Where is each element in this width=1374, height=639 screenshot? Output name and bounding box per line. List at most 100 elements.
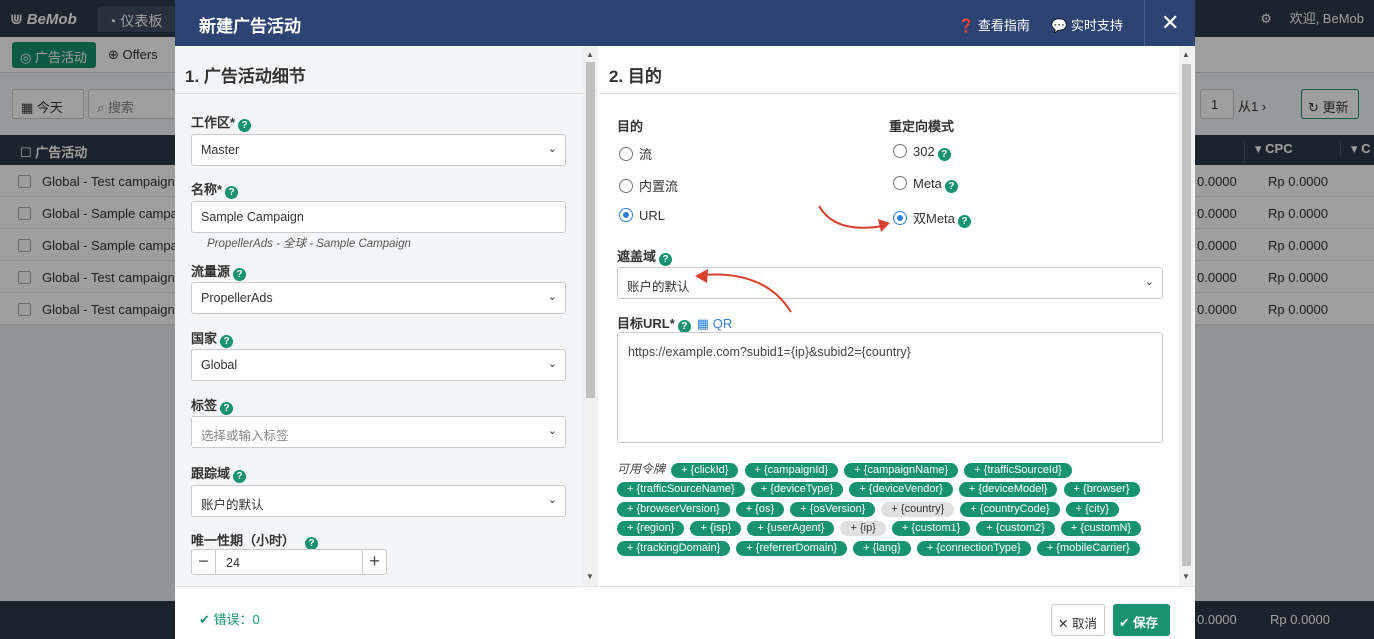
token-chip[interactable]: + {country} <box>881 501 955 517</box>
cover-domain-value: 账户的默认 <box>627 280 690 294</box>
help-icon[interactable]: ? <box>233 268 247 281</box>
guide-link[interactable]: ❓ 查看指南 <box>958 15 1030 34</box>
scroll-down-icon[interactable]: ▼ <box>586 572 594 581</box>
token-chip[interactable]: + {deviceVendor} <box>849 482 953 498</box>
radio-circle[interactable] <box>619 179 633 193</box>
workspace-value: Master <box>201 143 240 157</box>
token-chip[interactable]: + {clickId} <box>671 463 739 478</box>
token-chip[interactable]: + {countryCode} <box>960 501 1060 517</box>
scroll-up-icon[interactable]: ▲ <box>586 50 594 59</box>
country-value: Global <box>201 358 238 372</box>
destination-panel: 2. 目的 目的 流 内置流 URL 重定向模式 302? Meta? 双Met… <box>599 46 1179 586</box>
uniqueness-value[interactable]: 24 <box>226 556 240 570</box>
help-icon[interactable]: ? <box>957 215 971 228</box>
radio-meta[interactable]: Meta? <box>893 176 958 193</box>
radio-builtin-flow-label: 内置流 <box>639 179 679 194</box>
help-icon[interactable]: ? <box>937 148 951 161</box>
save-label: 保存 <box>1132 616 1158 630</box>
help-icon[interactable]: ? <box>659 253 673 266</box>
help-icon[interactable]: ? <box>220 335 234 348</box>
cover-domain-select[interactable]: 账户的默认 ⌄ <box>617 267 1163 299</box>
radio-builtin-flow[interactable]: 内置流 <box>619 176 678 195</box>
right-scrollbar[interactable]: ▲ ▼ <box>1179 46 1194 586</box>
target-url-label: 目标URL*? ▦ QR <box>617 313 732 333</box>
token-chip[interactable]: + {lang} <box>853 540 911 556</box>
increment-button[interactable]: + <box>362 550 386 574</box>
token-chip[interactable]: + {customN} <box>1060 521 1142 537</box>
save-button[interactable]: ✔ 保存 <box>1113 604 1170 636</box>
tracking-domain-select[interactable]: 账户的默认 ⌄ <box>191 485 566 517</box>
token-chip[interactable]: + {connectionType} <box>916 540 1031 556</box>
country-select[interactable]: Global ⌄ <box>191 349 566 381</box>
traffic-source-select[interactable]: PropellerAds ⌄ <box>191 282 566 314</box>
chevron-down-icon: ⌄ <box>547 291 557 303</box>
token-chip[interactable]: + {os} <box>735 501 785 517</box>
uniqueness-stepper[interactable]: − 24 + <box>191 549 387 575</box>
qr-label: QR <box>712 316 733 331</box>
left-scroll-thumb[interactable] <box>586 62 595 398</box>
radio-circle[interactable] <box>619 208 633 222</box>
tags-select[interactable]: 选择或输入标签 ⌄ <box>191 416 566 448</box>
qr-link[interactable]: ▦ QR <box>697 316 732 331</box>
radio-circle[interactable] <box>893 176 907 190</box>
name-input[interactable]: Sample Campaign <box>191 201 566 233</box>
token-chip[interactable]: + {referrerDomain} <box>736 540 848 556</box>
token-chip[interactable]: + {region} <box>617 521 685 537</box>
help-icon[interactable]: ? <box>238 119 252 132</box>
radio-302-label: 302 <box>913 144 935 159</box>
scroll-down-icon[interactable]: ▼ <box>1182 572 1190 581</box>
radio-circle[interactable] <box>619 147 633 161</box>
right-scroll-thumb[interactable] <box>1182 64 1191 566</box>
radio-flow-label: 流 <box>639 147 653 162</box>
token-chip[interactable]: + {custom1} <box>891 521 971 537</box>
radio-circle[interactable] <box>893 211 907 225</box>
radio-circle[interactable] <box>893 144 907 158</box>
token-chip[interactable]: + {browserVersion} <box>617 501 730 517</box>
target-url-textarea[interactable]: https://example.com?subid1={ip}&subid2={… <box>617 332 1163 443</box>
support-link[interactable]: 💬 实时支持 <box>1051 15 1123 34</box>
token-chip[interactable]: + {deviceType} <box>750 482 844 498</box>
token-chip[interactable]: + {trackingDomain} <box>617 540 731 556</box>
close-icon[interactable]: ✕ <box>1161 10 1179 36</box>
tags-label-text: 标签 <box>191 398 218 413</box>
token-chip[interactable]: + {trafficSourceName} <box>617 482 745 498</box>
help-icon: ❓ <box>958 18 975 33</box>
cancel-button[interactable]: ✕ 取消 <box>1051 604 1105 636</box>
help-icon[interactable]: ? <box>944 180 958 193</box>
check-icon: ✔ <box>1119 616 1130 630</box>
radio-302[interactable]: 302? <box>893 144 951 161</box>
token-chip[interactable]: + {ip} <box>840 521 886 537</box>
token-chip[interactable]: + {campaignId} <box>744 463 839 478</box>
token-chip[interactable]: + {deviceModel} <box>958 482 1058 498</box>
radio-flow[interactable]: 流 <box>619 144 652 163</box>
token-chip[interactable]: + {campaignName} <box>844 463 959 478</box>
token-chip[interactable]: + {browser} <box>1063 482 1140 498</box>
tracking-domain-label-text: 跟踪域 <box>191 466 231 481</box>
scroll-up-icon[interactable]: ▲ <box>1182 50 1190 59</box>
token-chip[interactable]: + {mobileCarrier} <box>1036 540 1140 556</box>
destination-label: 目的 <box>617 119 644 134</box>
radio-double-meta[interactable]: 双Meta? <box>893 208 971 228</box>
token-chip[interactable]: + {custom2} <box>976 521 1055 537</box>
chevron-down-icon: ⌄ <box>547 494 557 506</box>
token-chip[interactable]: + {userAgent} <box>747 521 835 537</box>
workspace-select[interactable]: Master ⌄ <box>191 134 566 166</box>
token-chip[interactable]: + {isp} <box>690 521 742 537</box>
decrement-button[interactable]: − <box>192 550 216 574</box>
chevron-down-icon: ⌄ <box>547 358 557 370</box>
radio-double-meta-label: 双Meta <box>913 211 955 226</box>
help-icon[interactable]: ? <box>225 186 239 199</box>
left-scrollbar[interactable]: ▲ ▼ <box>583 46 598 586</box>
token-chip[interactable]: + {trafficSourceId} <box>964 463 1072 478</box>
token-chip[interactable]: + {osVersion} <box>790 501 876 517</box>
cover-domain-label-text: 遮盖域 <box>617 249 657 264</box>
token-chip[interactable]: + {city} <box>1065 501 1119 517</box>
radio-url[interactable]: URL <box>619 208 665 223</box>
modal-title: 新建广告活动 <box>199 17 301 36</box>
traffic-source-label: 流量源? <box>191 261 247 281</box>
close-icon: ✕ <box>1058 617 1069 631</box>
help-icon[interactable]: ? <box>233 470 247 483</box>
name-value: Sample Campaign <box>201 210 304 224</box>
help-icon[interactable]: ? <box>220 402 234 415</box>
name-hint: PropellerAds - 全球 - Sample Campaign <box>207 238 411 250</box>
